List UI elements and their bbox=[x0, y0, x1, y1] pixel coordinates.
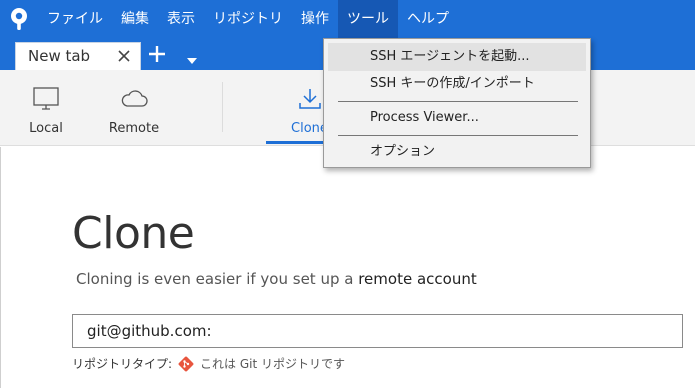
menu-repository[interactable]: リポジトリ bbox=[204, 0, 292, 38]
menu-help[interactable]: ヘルプ bbox=[398, 0, 458, 38]
menu-item-process-viewer[interactable]: Process Viewer... bbox=[328, 104, 586, 132]
repo-type-row: リポジトリタイプ: これは Git リポジトリです bbox=[72, 355, 345, 372]
git-icon bbox=[178, 356, 194, 372]
menu-item-start-ssh-agent[interactable]: SSH エージェントを起動... bbox=[328, 43, 586, 71]
cloud-icon bbox=[119, 86, 149, 112]
clone-panel bbox=[0, 147, 695, 388]
menu-item-options[interactable]: オプション bbox=[328, 138, 586, 166]
repo-type-label: リポジトリタイプ: bbox=[72, 357, 173, 371]
local-button[interactable]: Local bbox=[18, 70, 74, 146]
menu-edit[interactable]: 編集 bbox=[112, 0, 158, 38]
source-url-input[interactable] bbox=[72, 314, 683, 348]
menu-bar: ファイル 編集 表示 リポジトリ 操作 ツール ヘルプ bbox=[0, 0, 695, 38]
page-title: Clone bbox=[72, 208, 195, 259]
panel-edge bbox=[0, 147, 1, 388]
toolbar-separator bbox=[222, 82, 223, 132]
clone-subtitle: Cloning is even easier if you set up a r… bbox=[76, 270, 477, 288]
menu-file[interactable]: ファイル bbox=[38, 0, 112, 38]
menu-separator bbox=[338, 101, 578, 102]
remote-account-link[interactable]: remote account bbox=[358, 270, 477, 288]
chevron-down-icon[interactable] bbox=[186, 50, 198, 64]
monitor-icon bbox=[31, 86, 61, 112]
tab-new-tab[interactable]: New tab bbox=[15, 42, 141, 70]
subtitle-text: Cloning is even easier if you set up a bbox=[76, 270, 359, 288]
close-icon[interactable] bbox=[116, 48, 132, 64]
tools-menu-dropdown: SSH エージェントを起動... SSH キーの作成/インポート Process… bbox=[323, 38, 591, 168]
menu-tools[interactable]: ツール bbox=[338, 0, 398, 38]
menu-item-create-import-ssh-keys[interactable]: SSH キーの作成/インポート bbox=[328, 70, 586, 98]
menu-view[interactable]: 表示 bbox=[158, 0, 204, 38]
repo-type-value: これは Git リポジトリです bbox=[200, 357, 346, 371]
remote-label: Remote bbox=[108, 121, 160, 136]
menu-separator bbox=[338, 135, 578, 136]
sourcetree-logo-icon[interactable] bbox=[0, 0, 38, 38]
remote-button[interactable]: Remote bbox=[98, 70, 170, 146]
menu-actions[interactable]: 操作 bbox=[292, 0, 338, 38]
add-tab-icon[interactable] bbox=[147, 44, 167, 64]
tab-label: New tab bbox=[28, 47, 91, 65]
download-icon bbox=[295, 86, 325, 112]
local-label: Local bbox=[29, 121, 63, 136]
